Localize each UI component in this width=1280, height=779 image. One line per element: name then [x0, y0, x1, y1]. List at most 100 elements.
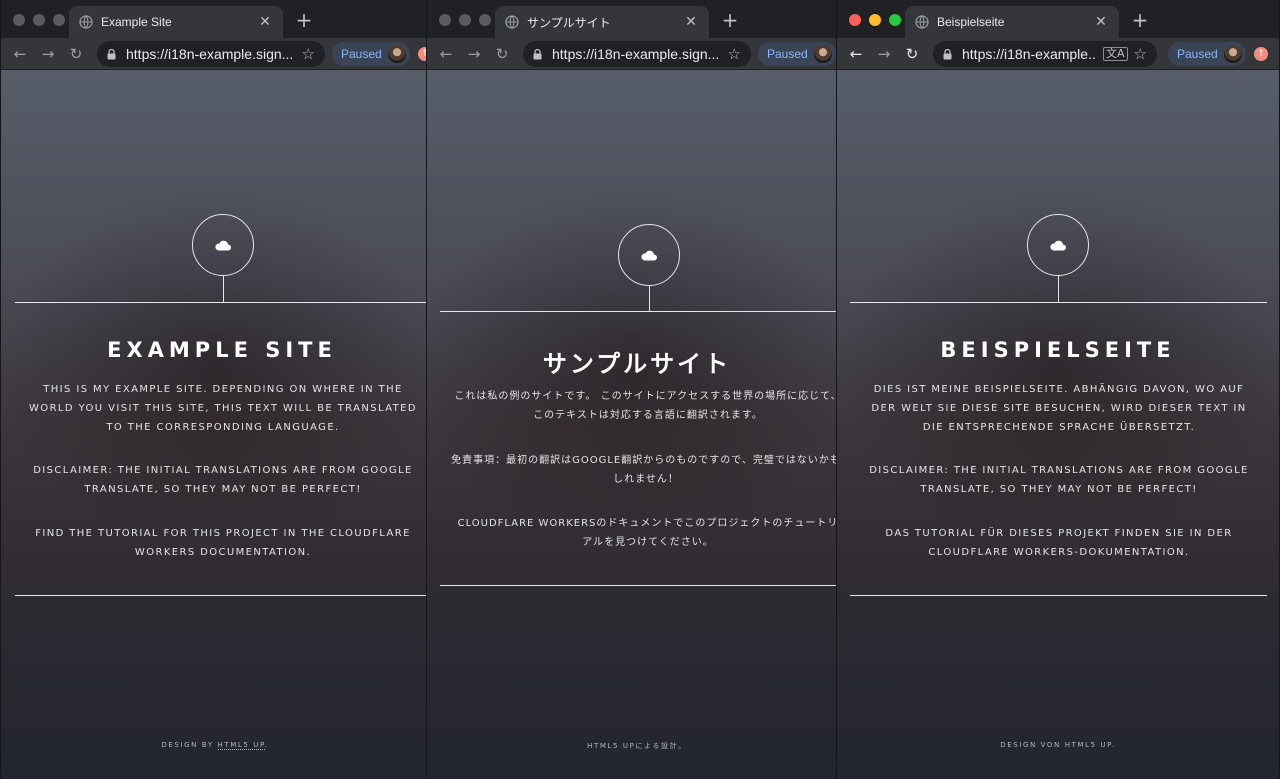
close-window-button[interactable]: [439, 14, 451, 26]
tab-title: Beispielseite: [937, 15, 1005, 29]
update-icon[interactable]: ↑: [1254, 47, 1268, 61]
arrow-left-icon[interactable]: ←: [846, 44, 866, 64]
paused-label: Paused: [1177, 47, 1218, 61]
reload-icon[interactable]: ↻: [492, 44, 512, 64]
minimize-window-button[interactable]: [459, 14, 471, 26]
bottom-divider: [850, 595, 1267, 596]
profile-paused-button[interactable]: Paused: [1168, 42, 1246, 66]
translate-icon[interactable]: 文A: [1103, 47, 1128, 61]
tutorial-paragraph: DAS TUTORIAL FÜR DIESES PROJEKT FINDEN S…: [885, 528, 1233, 558]
bottom-divider: [440, 585, 837, 586]
browser-tab[interactable]: Beispielseite ✕: [905, 6, 1119, 38]
tutorial-paragraph: FIND THE TUTORIAL FOR THIS PROJECT IN TH…: [35, 528, 411, 558]
page-footer: DESIGN BY HTML5 UP.: [1, 741, 429, 750]
url-text: https://i18n-example...: [962, 46, 1098, 62]
tab-title: Example Site: [101, 15, 172, 29]
disclaimer-paragraph: 免責事項：最初の翻訳はGOOGLE翻訳からのものですので、完璧ではないかもしれま…: [451, 455, 838, 485]
globe-icon: [79, 15, 93, 29]
reload-icon[interactable]: ↻: [66, 44, 86, 64]
globe-icon: [915, 15, 929, 29]
arrow-left-icon[interactable]: ←: [10, 44, 30, 64]
page-content: サンプルサイト これは私の例のサイトです。 このサイトにアクセスする世界の場所に…: [427, 70, 837, 779]
disclaimer-paragraph: DISCLAIMER: THE INITIAL TRANSLATIONS ARE…: [33, 465, 413, 495]
lock-icon: [533, 48, 542, 59]
lock-icon: [943, 48, 952, 59]
close-tab-icon[interactable]: ✕: [1093, 14, 1109, 30]
logo-connector: [1058, 276, 1059, 302]
browser-window-german: Beispielseite ✕ + ← → ↻ https://i18n-exa…: [836, 0, 1280, 779]
cloud-icon: [215, 240, 231, 251]
intro-paragraph: THIS IS MY EXAMPLE SITE. DEPENDING ON WH…: [29, 384, 417, 433]
new-tab-icon[interactable]: +: [719, 8, 741, 32]
star-icon[interactable]: ☆: [302, 45, 315, 63]
avatar: [387, 45, 406, 63]
top-divider: [15, 302, 429, 303]
close-tab-icon[interactable]: ✕: [257, 14, 273, 30]
url-text: https://i18n-example.sign...: [126, 46, 294, 62]
avatar: [813, 45, 832, 63]
footer-suffix: .: [264, 741, 269, 749]
top-divider: [440, 311, 837, 312]
profile-paused-button[interactable]: Paused: [332, 42, 410, 66]
browser-window-english: Example Site ✕ + ← → ↻ https://i18n-exam…: [0, 0, 430, 779]
site-logo: [192, 214, 254, 276]
footer-prefix: DESIGN BY: [161, 741, 218, 749]
tab-bar: サンプルサイト ✕ +: [427, 0, 837, 38]
arrow-right-icon[interactable]: →: [38, 44, 58, 64]
new-tab-icon[interactable]: +: [1129, 8, 1151, 32]
window-controls: [13, 14, 65, 26]
browser-toolbar: ← → ↻ https://i18n-example.sign... ☆ Pau…: [1, 38, 429, 70]
cloud-icon: [1050, 240, 1066, 251]
address-bar[interactable]: https://i18n-example.sign... ☆: [97, 41, 325, 67]
close-tab-icon[interactable]: ✕: [683, 14, 699, 30]
page-content: BEISPIELSEITE DIES IST MEINE BEISPIELSEI…: [837, 70, 1279, 779]
tutorial-paragraph: CLOUDFLARE WORKERSのドキュメントでこのプロジェクトのチュートリ…: [457, 518, 838, 548]
tab-bar: Example Site ✕ +: [1, 0, 429, 38]
browser-tab[interactable]: サンプルサイト ✕: [495, 6, 709, 38]
intro-paragraph: これは私の例のサイトです。 このサイトにアクセスする世界の場所に応じて、このテキ…: [454, 391, 838, 421]
top-divider: [850, 302, 1267, 303]
arrow-right-icon[interactable]: →: [874, 44, 894, 64]
page-footer: DESIGN VON HTML5 UP.: [1000, 741, 1116, 749]
zoom-window-button[interactable]: [889, 14, 901, 26]
paused-label: Paused: [341, 47, 382, 61]
arrow-right-icon[interactable]: →: [464, 44, 484, 64]
zoom-window-button[interactable]: [479, 14, 491, 26]
browser-toolbar: ← → ↻ https://i18n-example.sign... ☆ Pau…: [427, 38, 837, 70]
window-controls: [849, 14, 901, 26]
browser-toolbar: ← → ↻ https://i18n-example... 文A ☆ Pause…: [837, 38, 1279, 70]
page-footer: HTML5 UPによる設計。: [587, 742, 687, 750]
logo-connector: [223, 276, 224, 302]
avatar: [1223, 45, 1242, 63]
reload-icon[interactable]: ↻: [902, 44, 922, 64]
site-logo: [618, 224, 680, 286]
site-logo: [1027, 214, 1089, 276]
close-window-button[interactable]: [849, 14, 861, 26]
tab-bar: Beispielseite ✕ +: [837, 0, 1279, 38]
logo-connector: [649, 286, 650, 311]
page-title: サンプルサイト: [542, 350, 732, 378]
profile-paused-button[interactable]: Paused: [758, 42, 836, 66]
footer-link[interactable]: HTML5 UP: [217, 741, 265, 750]
close-window-button[interactable]: [13, 14, 25, 26]
tab-title: サンプルサイト: [527, 15, 611, 30]
star-icon[interactable]: ☆: [1134, 45, 1147, 63]
address-bar[interactable]: https://i18n-example... 文A ☆: [933, 41, 1157, 67]
cloud-icon: [641, 250, 657, 261]
browser-tab[interactable]: Example Site ✕: [69, 6, 283, 38]
globe-icon: [505, 15, 519, 29]
bottom-divider: [15, 595, 429, 596]
address-bar[interactable]: https://i18n-example.sign... ☆: [523, 41, 751, 67]
star-icon[interactable]: ☆: [728, 45, 741, 63]
window-controls: [439, 14, 491, 26]
page-title: BEISPIELSEITE: [940, 338, 1176, 362]
browser-window-japanese: サンプルサイト ✕ + ← → ↻ https://i18n-example.s…: [426, 0, 838, 779]
paused-label: Paused: [767, 47, 808, 61]
minimize-window-button[interactable]: [33, 14, 45, 26]
new-tab-icon[interactable]: +: [293, 8, 315, 32]
minimize-window-button[interactable]: [869, 14, 881, 26]
zoom-window-button[interactable]: [53, 14, 65, 26]
lock-icon: [107, 48, 116, 59]
arrow-left-icon[interactable]: ←: [436, 44, 456, 64]
intro-paragraph: DIES IST MEINE BEISPIELSEITE. ABHÄNGIG D…: [871, 384, 1247, 433]
